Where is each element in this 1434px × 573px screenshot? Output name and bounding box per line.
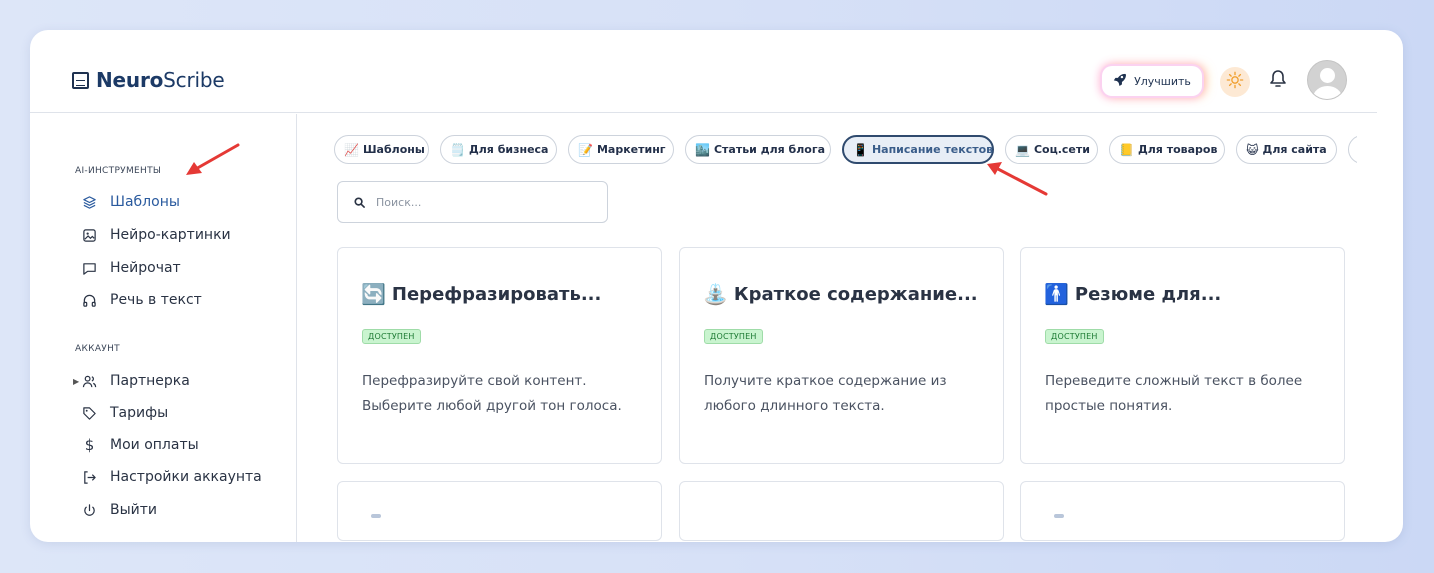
card-description: Перефразируйте свой контент. Выберите лю…: [362, 373, 622, 414]
notifications-button[interactable]: [1266, 68, 1290, 94]
status-badge: ДОСТУПЕН: [704, 329, 763, 344]
chip-business[interactable]: 🗒️ Для бизнеса: [440, 135, 557, 164]
rocket-icon: [1113, 73, 1127, 89]
template-card-resume[interactable]: 🚹 Резюме для... ДОСТУПЕН Переведите слож…: [1020, 247, 1345, 464]
card-description: Получите краткое содержание из любого дл…: [704, 373, 947, 414]
template-card-partial[interactable]: [1020, 481, 1345, 541]
sun-icon: [1226, 71, 1244, 93]
sidebar-item-label: Выйти: [110, 502, 158, 518]
template-card-paraphrase[interactable]: 🔄 Перефразировать... ДОСТУПЕН Перефразир…: [337, 247, 662, 464]
card-description: Переведите сложный текст в более простые…: [1045, 373, 1303, 414]
sidebar-item-payments[interactable]: $ Мои оплаты: [82, 436, 199, 454]
sidebar-item-label: Речь в текст: [110, 292, 202, 308]
chip-label: Для бизнеса: [468, 143, 549, 156]
card-icon-partial: [371, 514, 381, 518]
sidebar-item-neuro-images[interactable]: Нейро-картинки: [82, 227, 231, 243]
upgrade-button[interactable]: Улучшить: [1102, 66, 1202, 96]
sidebar: AI-ИНСТРУМЕНТЫ Шаблоны Нейро-картинки Не…: [30, 114, 297, 542]
annotation-arrow-templates: [186, 143, 240, 175]
chip-label: Для сайта: [1262, 143, 1327, 156]
chip-label: Статьи для блога: [713, 143, 825, 156]
template-card-partial[interactable]: [337, 481, 662, 541]
category-chips: 📈 Шаблоны 🗒️ Для бизнеса 📝 Маркетинг 🏙️ …: [334, 134, 1357, 166]
chip-marketing[interactable]: 📝 Маркетинг: [568, 135, 674, 164]
sidebar-item-logout[interactable]: Выйти: [82, 502, 157, 518]
chip-label: Написание текстов: [871, 143, 994, 156]
chip-social[interactable]: 💻 Соц.сети: [1005, 135, 1098, 164]
chip-label: Для товаров: [1137, 143, 1218, 156]
laptop-icon: 💻: [1015, 142, 1030, 157]
card-title: 🚹 Резюме для...: [1044, 282, 1222, 306]
template-card-summary[interactable]: ⛲ Краткое содержание... ДОСТУПЕН Получит…: [679, 247, 1004, 464]
sidebar-item-label: Партнерка: [110, 373, 190, 389]
login-icon: [82, 470, 97, 485]
sidebar-item-tariffs[interactable]: Тарифы: [82, 405, 168, 421]
image-icon: [82, 228, 97, 243]
power-icon: [82, 503, 97, 518]
refresh-icon: 🔄: [361, 282, 386, 306]
status-badge: ДОСТУПЕН: [362, 329, 421, 344]
upgrade-label: Улучшить: [1134, 74, 1191, 88]
cat-icon: 😺: [1246, 142, 1259, 157]
chip-templates[interactable]: 📈 Шаблоны: [334, 135, 429, 164]
logo-text: NeuroScribe: [96, 68, 225, 92]
sidebar-item-label: Настройки аккаунта: [110, 469, 262, 485]
annotation-arrow-writing: [987, 162, 1048, 196]
status-badge: ДОСТУПЕН: [1045, 329, 1104, 344]
users-icon: [82, 374, 97, 389]
chip-label: Шаблоны: [362, 143, 425, 156]
sidebar-item-label: Тарифы: [110, 405, 169, 421]
sidebar-item-neurochat[interactable]: Нейрочат: [82, 260, 181, 276]
sidebar-item-partners[interactable]: ▶ Партнерка: [73, 373, 190, 389]
chip-blog-articles[interactable]: 🏙️ Статьи для блога: [685, 135, 831, 164]
sidebar-item-speech-to-text[interactable]: Речь в текст: [82, 292, 202, 308]
avatar[interactable]: [1307, 60, 1347, 100]
chart-icon: 📈: [344, 142, 359, 157]
city-icon: 🏙️: [695, 142, 710, 157]
memo-icon: 📝: [578, 142, 593, 157]
chip-more[interactable]: [1348, 135, 1357, 164]
caret-right-icon: ▶: [73, 376, 80, 386]
sidebar-item-label: Нейрочат: [110, 260, 181, 276]
chip-label: Соц.сети: [1033, 143, 1090, 156]
theme-toggle[interactable]: [1220, 67, 1250, 97]
tag-icon: [82, 406, 97, 421]
chat-icon: [82, 261, 97, 276]
sidebar-item-label: Нейро-картинки: [110, 227, 231, 243]
card-icon-partial: [1054, 514, 1064, 518]
sidebar-item-templates[interactable]: Шаблоны: [82, 194, 180, 210]
chip-label: Маркетинг: [596, 143, 666, 156]
notebook-icon: [72, 71, 89, 89]
headphones-icon: [82, 293, 97, 308]
ledger-icon: 📒: [1119, 142, 1134, 157]
top-header: NeuroScribe Улучшить: [30, 30, 1377, 113]
section-account: АККАУНТ: [75, 344, 120, 354]
app-window: NeuroScribe Улучшить AI-ИНСТРУМЕНТЫ Шабл…: [30, 30, 1403, 542]
chip-website[interactable]: 😺 Для сайта: [1236, 135, 1337, 164]
phone-icon: 📱: [853, 142, 868, 157]
layers-icon: [82, 195, 97, 210]
fountain-icon: ⛲: [703, 282, 728, 306]
bell-icon: [1269, 69, 1287, 93]
dollar-icon: $: [84, 436, 95, 454]
chip-copywriting[interactable]: 📱 Написание текстов: [842, 135, 994, 164]
section-ai-tools: AI-ИНСТРУМЕНТЫ: [75, 166, 162, 176]
sidebar-item-label: Шаблоны: [110, 194, 180, 210]
notepad-icon: 🗒️: [450, 142, 465, 157]
search-input[interactable]: [376, 195, 586, 209]
card-title: 🔄 Перефразировать...: [361, 282, 602, 306]
search-box: [337, 181, 608, 223]
chip-products[interactable]: 📒 Для товаров: [1109, 135, 1225, 164]
sidebar-item-label: Мои оплаты: [110, 437, 199, 453]
search-icon: [354, 193, 365, 212]
card-title: ⛲ Краткое содержание...: [703, 282, 978, 306]
template-card-partial[interactable]: [679, 481, 1004, 541]
person-icon: 🚹: [1044, 282, 1069, 306]
sidebar-item-account-settings[interactable]: Настройки аккаунта: [82, 469, 262, 485]
logo[interactable]: NeuroScribe: [72, 68, 225, 92]
